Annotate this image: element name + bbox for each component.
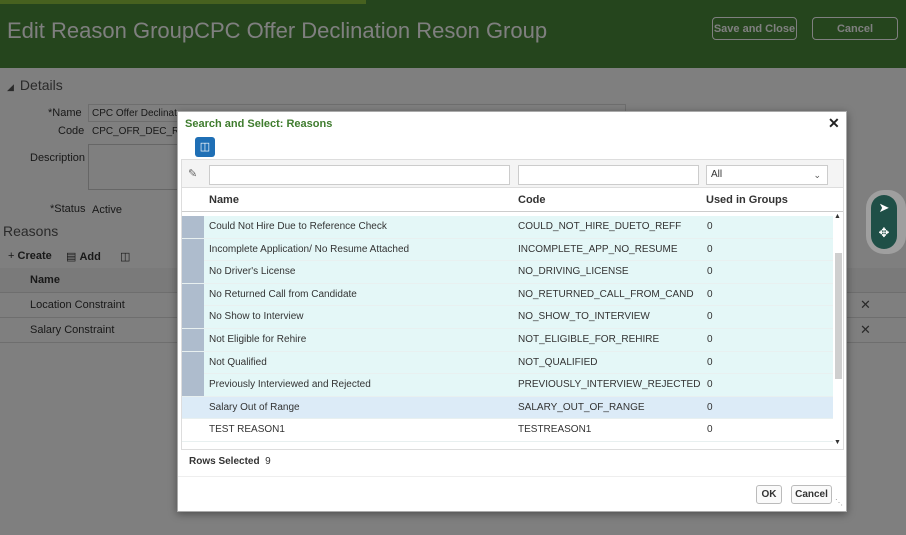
reason-code: NO_DRIVING_LICENSE (518, 266, 629, 278)
used-in-groups-count: 0 (707, 356, 713, 368)
search-select-dialog: Search and Select: Reasons ✕ ◫ ✎ All ⌄ N… (177, 111, 847, 512)
filter-row: ✎ All ⌄ (182, 160, 843, 188)
reason-code: NOT_ELIGIBLE_FOR_REHIRE (518, 334, 660, 345)
code-column-header[interactable]: Code (518, 188, 546, 212)
row-selector[interactable] (182, 419, 204, 441)
chevron-down-icon: ⌄ (813, 170, 821, 180)
floating-toolbar-panel: ➤ ✥ (871, 195, 897, 249)
reason-code: INCOMPLETE_APP_NO_RESUME (518, 243, 678, 255)
row-selector[interactable] (182, 238, 204, 261)
reasons-grid: ✎ All ⌄ Name Code Used in Groups Could N… (181, 159, 844, 450)
table-row[interactable]: Not Qualified NOT_QUALIFIED 0 (182, 351, 833, 375)
row-selector[interactable] (182, 374, 204, 397)
reason-code: SALARY_OUT_OF_RANGE (518, 401, 645, 413)
footer-divider (178, 476, 846, 477)
name-filter-input[interactable] (209, 165, 510, 185)
used-in-groups-count: 0 (707, 221, 713, 232)
reason-code: NOT_QUALIFIED (518, 356, 598, 368)
scroll-up-icon[interactable]: ▲ (834, 213, 841, 220)
used-in-groups-count: 0 (707, 311, 713, 323)
ok-button[interactable]: OK (756, 485, 782, 504)
row-selector[interactable] (182, 216, 204, 238)
scroll-down-icon[interactable]: ▼ (834, 439, 841, 446)
table-row[interactable]: Incomplete Application/ No Resume Attach… (182, 238, 833, 262)
floating-toolbar: ➤ ✥ (866, 190, 906, 254)
reason-name: No Driver's License (209, 266, 296, 278)
reason-code: NO_RETURNED_CALL_FROM_CAND (518, 288, 694, 300)
table-row[interactable]: Previously Interviewed and Rejected PREVI… (182, 374, 833, 397)
vertical-scrollbar[interactable]: ▲ ▼ (833, 213, 843, 449)
used-in-groups-count: 0 (707, 424, 713, 436)
table-row[interactable]: Salary Out of Range SALARY_OUT_OF_RANGE 0 (182, 396, 833, 420)
rows-selected-status: Rows Selected 9 (189, 456, 271, 467)
query-by-example-icon[interactable]: ◫ (195, 137, 215, 157)
scrollbar-thumb[interactable] (835, 253, 842, 379)
table-row[interactable]: Not Eligible for Rehire NOT_ELIGIBLE_FOR_… (182, 329, 833, 352)
dialog-title: Search and Select: Reasons (185, 118, 333, 130)
used-in-groups-count: 0 (707, 379, 713, 391)
reason-code: TESTREASON1 (518, 424, 592, 436)
reason-name: No Returned Call from Candidate (209, 288, 357, 300)
reason-name: TEST REASON1 (209, 424, 285, 436)
used-in-groups-column-header[interactable]: Used in Groups (706, 188, 788, 212)
table-row[interactable]: Could Not Hire Due to Reference Check COU… (182, 216, 833, 239)
reason-name: No Show to Interview (209, 311, 304, 323)
used-in-groups-count: 0 (707, 334, 713, 345)
code-filter-input[interactable] (518, 165, 699, 185)
row-selector[interactable] (182, 306, 204, 329)
table-row[interactable]: TEST REASON1 TESTREASON1 0 (182, 419, 833, 442)
resize-grip-icon[interactable]: ⋱ (835, 498, 843, 507)
table-row[interactable]: No Show to Interview NO_SHOW_TO_INTERVIEW… (182, 306, 833, 329)
close-icon[interactable]: ✕ (828, 115, 840, 132)
reason-name: Could Not Hire Due to Reference Check (209, 221, 387, 232)
used-in-groups-count: 0 (707, 401, 713, 413)
row-selector[interactable] (182, 351, 204, 374)
grid-body: Could Not Hire Due to Reference Check COU… (182, 216, 833, 446)
navigate-arrow-icon[interactable]: ➤ (871, 200, 897, 216)
used-filter-value: All (711, 169, 723, 180)
row-selector[interactable] (182, 283, 204, 306)
used-in-groups-count: 0 (707, 266, 713, 278)
reason-code: NO_SHOW_TO_INTERVIEW (518, 311, 650, 323)
reason-code: COULD_NOT_HIRE_DUETO_REFF (518, 221, 682, 232)
dialog-cancel-button[interactable]: Cancel (791, 485, 832, 504)
reason-name: Not Eligible for Rehire (209, 334, 307, 345)
used-in-groups-filter-select[interactable]: All ⌄ (706, 165, 828, 185)
name-column-header[interactable]: Name (209, 188, 239, 212)
reason-code: PREVIOUSLY_INTERVIEW_REJECTED (518, 379, 701, 391)
row-selector[interactable] (182, 397, 204, 419)
row-selector[interactable] (182, 329, 204, 351)
move-icon[interactable]: ✥ (871, 225, 897, 241)
row-selector[interactable] (182, 261, 204, 284)
pencil-icon: ✎ (188, 168, 198, 180)
reason-name: Not Qualified (209, 356, 267, 368)
reason-name: Incomplete Application/ No Resume Attach… (209, 243, 410, 255)
used-in-groups-count: 0 (707, 243, 713, 255)
table-row[interactable]: No Driver's License NO_DRIVING_LICENSE 0 (182, 261, 833, 284)
rows-selected-count: 9 (265, 456, 271, 467)
reason-name: Previously Interviewed and Rejected (209, 379, 371, 391)
table-row[interactable]: No Returned Call from Candidate NO_RETURN… (182, 283, 833, 307)
reason-name: Salary Out of Range (209, 401, 300, 413)
used-in-groups-count: 0 (707, 288, 713, 300)
